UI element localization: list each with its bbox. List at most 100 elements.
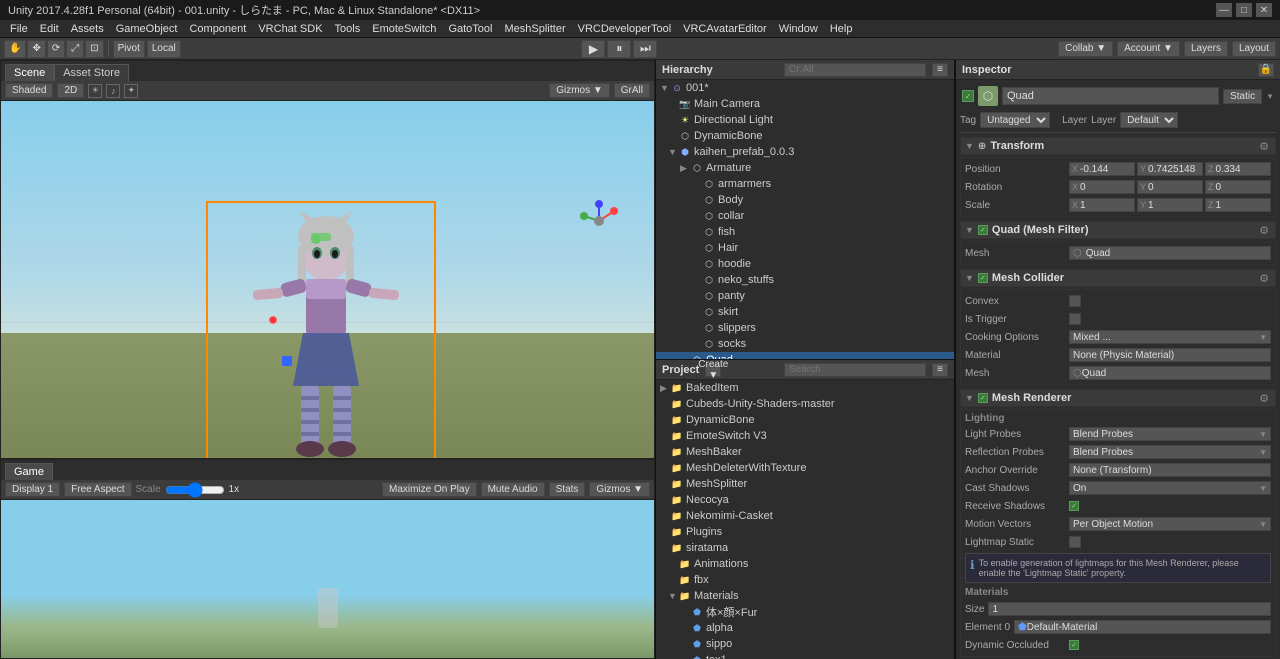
mesh-filter-header[interactable]: ▼ ✓ Quad (Mesh Filter) ⚙ <box>960 221 1276 239</box>
scene-viewport[interactable] <box>1 101 654 458</box>
menu-gatotool[interactable]: GatoTool <box>442 22 498 36</box>
proj-mat-alpha[interactable]: ⬟ alpha <box>656 620 954 636</box>
scale-slider[interactable] <box>165 485 225 495</box>
tree-item-hair[interactable]: ⬡ Hair <box>656 240 954 256</box>
transform-header[interactable]: ▼ ⊕ Transform ⚙ <box>960 137 1276 155</box>
tree-item-slippers[interactable]: ⬡ slippers <box>656 320 954 336</box>
proj-baked[interactable]: ▶ 📁 BakedItem <box>656 380 954 396</box>
mr-check[interactable]: ✓ <box>978 393 988 403</box>
mesh-renderer-header[interactable]: ▼ ✓ Mesh Renderer ⚙ <box>960 389 1276 407</box>
proj-meshdeleter[interactable]: 📁 MeshDeleterWithTexture <box>656 460 954 476</box>
grall-button[interactable]: GrAll <box>614 83 650 98</box>
hierarchy-menu-btn[interactable]: ≡ <box>932 63 948 77</box>
menu-meshsplitter[interactable]: MeshSplitter <box>498 22 571 36</box>
proj-dynbone[interactable]: 📁 DynamicBone <box>656 412 954 428</box>
object-enabled-check[interactable]: ✓ <box>962 90 974 102</box>
menu-vrcdevelopertool[interactable]: VRCDeveloperTool <box>572 22 678 36</box>
tree-item-hoodie[interactable]: ⬡ hoodie <box>656 256 954 272</box>
receive-shadows-check[interactable]: ✓ <box>1069 501 1079 511</box>
proj-mat-subfur[interactable]: ⬟ 体×顔×Fur <box>656 604 954 620</box>
static-button[interactable]: Static <box>1223 89 1262 104</box>
menu-gameobject[interactable]: GameObject <box>110 22 184 36</box>
mute-audio-btn[interactable]: Mute Audio <box>481 482 545 497</box>
tree-item-fish[interactable]: ⬡ fish <box>656 224 954 240</box>
mf-check[interactable]: ✓ <box>978 225 988 235</box>
proj-meshbaker[interactable]: 📁 MeshBaker <box>656 444 954 460</box>
tree-item-socks[interactable]: ⬡ socks <box>656 336 954 352</box>
menu-help[interactable]: Help <box>824 22 859 36</box>
stats-btn[interactable]: Stats <box>549 482 586 497</box>
step-button[interactable]: ⏭ <box>633 40 657 58</box>
proj-emote[interactable]: 📁 EmoteSwitch V3 <box>656 428 954 444</box>
proj-mat-sippo[interactable]: ⬟ sippo <box>656 636 954 652</box>
display-dropdown[interactable]: Display 1 <box>5 482 60 497</box>
proj-necocya[interactable]: 📁 Necocya <box>656 492 954 508</box>
tool-rotate[interactable]: ⟳ <box>47 40 65 58</box>
proj-plugins[interactable]: 📁 Plugins <box>656 524 954 540</box>
proj-materials[interactable]: ▼ 📁 Materials <box>656 588 954 604</box>
mc-gear[interactable]: ⚙ <box>1257 271 1271 285</box>
tree-item-neko[interactable]: ⬡ neko_stuffs <box>656 272 954 288</box>
gizmos-button[interactable]: Gizmos ▼ <box>549 83 610 98</box>
menu-emoteswitch[interactable]: EmoteSwitch <box>366 22 442 36</box>
static-dropdown-arrow[interactable]: ▼ <box>1266 92 1274 101</box>
transform-gear[interactable]: ⚙ <box>1257 139 1271 153</box>
layers-button[interactable]: Layers <box>1184 41 1228 57</box>
tree-item-armarmers[interactable]: ⬡ armarmers <box>656 176 954 192</box>
lightmap-static-check[interactable] <box>1069 536 1081 548</box>
tool-move[interactable]: ✥ <box>27 40 45 58</box>
tool-scale[interactable]: ⤢ <box>66 40 84 58</box>
menu-vrchat-sdk[interactable]: VRChat SDK <box>252 22 328 36</box>
mr-gear[interactable]: ⚙ <box>1257 391 1271 405</box>
proj-animations[interactable]: 📁 Animations <box>656 556 954 572</box>
menu-file[interactable]: File <box>4 22 34 36</box>
tree-item-camera[interactable]: 📷 Main Camera <box>656 96 954 112</box>
tree-item-kaihen[interactable]: ▼ ⬢ kaihen_prefab_0.0.3 <box>656 144 954 160</box>
account-button[interactable]: Account ▼ <box>1117 41 1180 57</box>
project-menu-btn[interactable]: ≡ <box>932 363 948 377</box>
istrigger-check[interactable] <box>1069 313 1081 325</box>
tree-item-panty[interactable]: ⬡ panty <box>656 288 954 304</box>
collab-button[interactable]: Collab ▼ <box>1058 41 1113 57</box>
game-gizmos-btn[interactable]: Gizmos ▼ <box>589 482 650 497</box>
project-create-btn[interactable]: Create ▼ <box>705 363 721 377</box>
proj-cubeds[interactable]: 📁 Cubeds-Unity-Shaders-master <box>656 396 954 412</box>
proj-siratama[interactable]: 📁 siratama <box>656 540 954 556</box>
tool-rect[interactable]: ⊡ <box>85 40 103 58</box>
mf-gear[interactable]: ⚙ <box>1257 223 1271 237</box>
shaded-dropdown[interactable]: Shaded <box>5 83 53 98</box>
audio-icon[interactable]: ♪ <box>106 84 120 98</box>
maximize-on-play-btn[interactable]: Maximize On Play <box>382 482 477 497</box>
menu-tools[interactable]: Tools <box>329 22 367 36</box>
tree-item-001[interactable]: ▼ ⊙ 001* <box>656 80 954 96</box>
tag-dropdown[interactable]: Untagged <box>980 112 1050 128</box>
tab-asset-store[interactable]: Asset Store <box>54 64 129 81</box>
tree-item-armature[interactable]: ▶ ⬡ Armature <box>656 160 954 176</box>
pivot-button[interactable]: Pivot <box>113 40 145 58</box>
proj-mat-tex1[interactable]: ⬟ tex1 <box>656 652 954 659</box>
pause-button[interactable]: ⏸ <box>607 40 631 58</box>
transform-arrow[interactable]: ▼ <box>965 141 974 151</box>
project-search[interactable] <box>784 363 926 377</box>
menu-edit[interactable]: Edit <box>34 22 65 36</box>
mesh-collider-header[interactable]: ▼ ✓ Mesh Collider ⚙ <box>960 269 1276 287</box>
proj-meshsplitter[interactable]: 📁 MeshSplitter <box>656 476 954 492</box>
layer-dropdown[interactable]: Default <box>1120 112 1178 128</box>
mc-arrow[interactable]: ▼ <box>965 273 974 283</box>
tree-item-skirt[interactable]: ⬡ skirt <box>656 304 954 320</box>
lighting-icon[interactable]: ☀ <box>88 84 102 98</box>
local-button[interactable]: Local <box>147 40 181 58</box>
tree-item-collar[interactable]: ⬡ collar <box>656 208 954 224</box>
fx-icon[interactable]: ✦ <box>124 84 138 98</box>
tab-game[interactable]: Game <box>5 463 53 480</box>
minimize-button[interactable]: — <box>1216 3 1232 17</box>
inspector-lock-btn[interactable]: 🔒 <box>1258 63 1274 77</box>
tree-item-dirlight[interactable]: ☀ Directional Light <box>656 112 954 128</box>
convex-check[interactable] <box>1069 295 1081 307</box>
menu-window[interactable]: Window <box>773 22 824 36</box>
mc-check[interactable]: ✓ <box>978 273 988 283</box>
object-name-input[interactable] <box>1002 87 1219 105</box>
close-button[interactable]: ✕ <box>1256 3 1272 17</box>
menu-component[interactable]: Component <box>183 22 252 36</box>
tab-scene[interactable]: Scene <box>5 64 54 81</box>
